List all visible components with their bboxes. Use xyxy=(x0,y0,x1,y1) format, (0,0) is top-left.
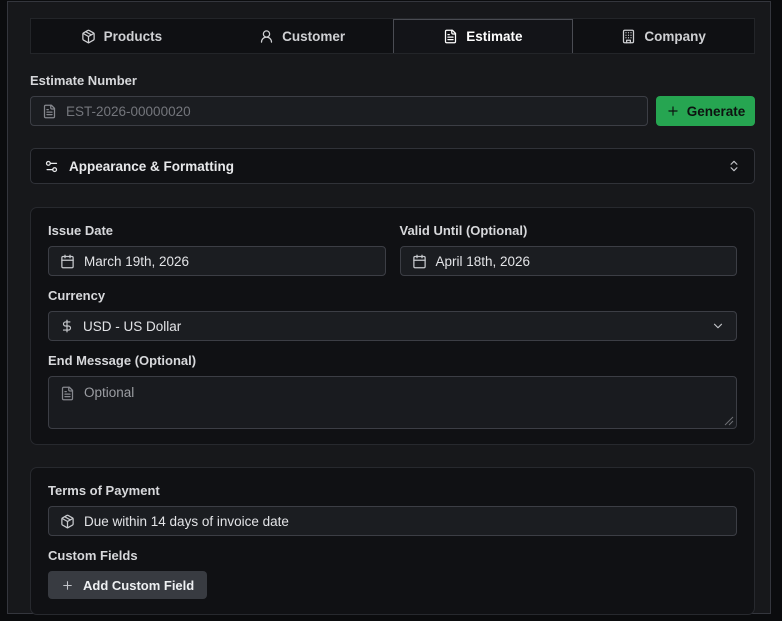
issue-date-group: Issue Date March 19th, 2026 xyxy=(48,223,386,276)
user-icon xyxy=(260,29,273,43)
end-message-field xyxy=(48,376,737,429)
chevrons-up-down-icon xyxy=(730,160,738,172)
tab-products[interactable]: Products xyxy=(31,19,212,53)
custom-fields-label: Custom Fields xyxy=(48,548,138,563)
terms-group: Terms of Payment xyxy=(48,483,737,536)
currency-value: USD - US Dollar xyxy=(83,318,182,334)
end-message-label: End Message (Optional) xyxy=(48,353,197,368)
valid-until-label: Valid Until (Optional) xyxy=(399,223,528,238)
package-icon xyxy=(61,514,74,528)
tab-label: Customer xyxy=(282,28,346,44)
generate-button[interactable]: Generate xyxy=(656,96,755,126)
end-message-textarea[interactable] xyxy=(49,377,736,428)
terms-of-payment-label: Terms of Payment xyxy=(48,483,160,498)
tab-customer[interactable]: Customer xyxy=(212,19,393,53)
appearance-formatting-label: Appearance & Formatting xyxy=(69,158,235,174)
currency-select[interactable]: USD - US Dollar xyxy=(48,311,737,341)
tab-bar: Products Customer Estimate Company xyxy=(30,18,755,54)
dollar-icon xyxy=(62,319,72,333)
plus-icon xyxy=(668,106,678,116)
estimate-number-row: Generate xyxy=(30,96,755,126)
estimate-number-input[interactable] xyxy=(66,103,636,119)
building-icon xyxy=(623,29,635,43)
settings-sliders-icon xyxy=(45,160,58,172)
calendar-icon xyxy=(61,254,74,268)
currency-label: Currency xyxy=(48,288,106,303)
tab-label: Products xyxy=(103,28,163,44)
estimate-number-label: Estimate Number xyxy=(30,73,137,88)
estimate-form-panel: Products Customer Estimate Company Estim… xyxy=(7,1,771,615)
tab-company[interactable]: Company xyxy=(573,19,754,53)
terms-of-payment-field xyxy=(48,506,737,536)
valid-until-value: April 18th, 2026 xyxy=(435,253,531,269)
form-content: Products Customer Estimate Company Estim… xyxy=(8,2,770,615)
file-text-icon xyxy=(43,104,56,118)
issue-date-picker[interactable]: March 19th, 2026 xyxy=(48,246,386,276)
package-icon xyxy=(81,29,95,43)
resize-grip-icon[interactable] xyxy=(724,416,734,426)
file-text-icon xyxy=(445,29,457,44)
chevron-down-icon xyxy=(713,323,723,329)
payment-terms-card: Terms of Payment Custom Fields Add Custo… xyxy=(30,467,755,615)
valid-until-picker[interactable]: April 18th, 2026 xyxy=(399,246,737,276)
add-custom-field-label: Add Custom Field xyxy=(83,577,195,593)
plus-icon xyxy=(63,580,72,590)
custom-fields-group: Custom Fields Add Custom Field xyxy=(48,548,737,599)
issue-date-label: Issue Date xyxy=(48,223,114,238)
valid-until-group: Valid Until (Optional) April 18th, 2026 xyxy=(399,223,737,276)
currency-group: Currency USD - US Dollar xyxy=(48,288,737,341)
estimate-number-field xyxy=(30,96,648,126)
terms-of-payment-input[interactable] xyxy=(84,513,725,529)
add-custom-field-button[interactable]: Add Custom Field xyxy=(48,571,208,599)
file-text-icon xyxy=(61,386,74,401)
end-message-group: End Message (Optional) xyxy=(48,353,737,429)
estimate-details-card: Issue Date March 19th, 2026 Valid Until … xyxy=(30,207,755,445)
dates-row: Issue Date March 19th, 2026 Valid Until … xyxy=(48,223,737,276)
issue-date-value: March 19th, 2026 xyxy=(84,253,190,269)
tab-label: Company xyxy=(644,28,706,44)
generate-button-label: Generate xyxy=(686,103,746,119)
appearance-formatting-toggle[interactable]: Appearance & Formatting xyxy=(30,148,755,184)
calendar-icon xyxy=(412,254,426,268)
tab-estimate[interactable]: Estimate xyxy=(392,19,574,53)
tab-label: Estimate xyxy=(466,29,523,44)
